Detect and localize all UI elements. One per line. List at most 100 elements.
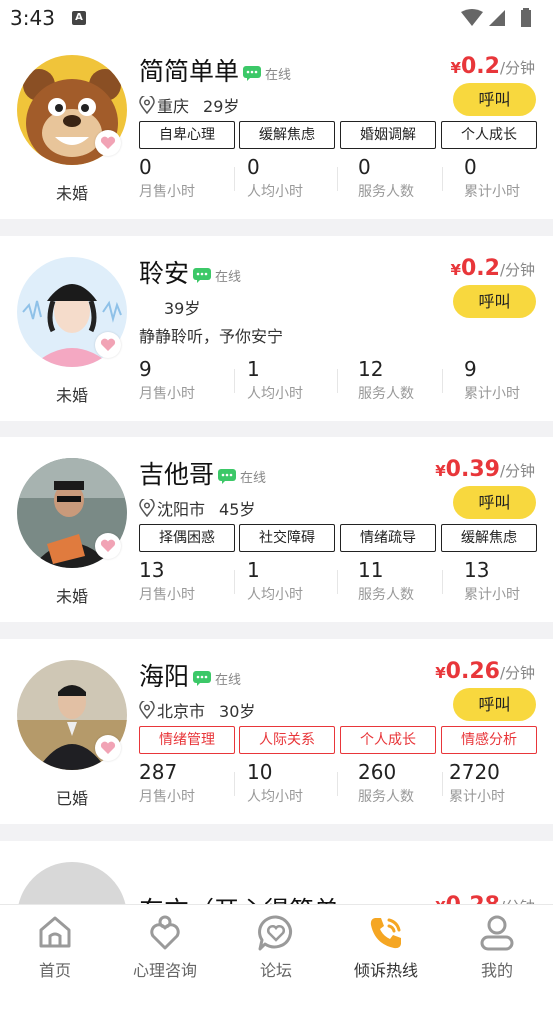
stat-value: 1	[247, 357, 260, 381]
age: 29岁	[203, 97, 240, 116]
tab-label: 倾诉热线	[353, 961, 418, 980]
stat-value: 0	[464, 155, 477, 179]
favorite-heart-icon[interactable]	[95, 533, 121, 559]
stat-avg-hours: 1 人均小时	[247, 558, 347, 604]
stat-label: 月售小时	[139, 587, 195, 603]
specialty-tag: 情绪疏导	[340, 524, 436, 552]
stat-value: 9	[464, 357, 477, 381]
specialty-tag: 人际关系	[239, 726, 335, 754]
call-button[interactable]: 呼叫	[453, 486, 536, 519]
marital-status: 未婚	[55, 386, 88, 405]
favorite-heart-icon[interactable]	[95, 332, 121, 358]
tab-label: 我的	[480, 961, 513, 980]
marital-status: 未婚	[55, 587, 88, 606]
status-time: 3:43	[10, 6, 55, 30]
chat-heart-icon	[258, 915, 292, 951]
stats-row: 13 月售小时 1 人均小时 11 服务人数 13 累计小时	[139, 558, 537, 608]
price-currency: ¥	[450, 59, 461, 77]
location-pin-icon	[139, 499, 155, 517]
location-pin-icon	[139, 701, 155, 719]
city: 北京市	[157, 702, 206, 721]
specialty-tag: 个人成长	[441, 121, 537, 149]
chat-bubble-icon	[193, 670, 212, 686]
stat-avg-hours: 10 人均小时	[247, 760, 347, 806]
favorite-heart-icon[interactable]	[95, 735, 121, 761]
stat-monthly-hours: 287 月售小时	[139, 760, 239, 806]
chat-bubble-icon	[243, 65, 262, 81]
tab-counselling[interactable]: 心理咨询	[110, 905, 220, 985]
specialty-tag: 个人成长	[340, 726, 436, 754]
stat-label: 服务人数	[358, 184, 414, 200]
stat-divider	[234, 369, 235, 393]
price-currency: ¥	[435, 664, 446, 682]
price-unit: /分钟	[499, 462, 535, 480]
stats-row: 9 月售小时 1 人均小时 12 服务人数 9 累计小时	[139, 357, 537, 407]
stat-label: 累计小时	[449, 789, 505, 805]
chat-bubble-icon	[193, 267, 212, 283]
stat-divider	[442, 167, 443, 191]
stat-divider	[442, 570, 443, 594]
stat-total-hours: 9 累计小时	[464, 357, 553, 403]
online-status: 在线	[240, 470, 267, 486]
specialty-tag: 婚姻调解	[340, 121, 436, 149]
specialty-tag: 情绪管理	[139, 726, 235, 754]
tab-profile[interactable]: 我的	[442, 905, 552, 985]
counsellor-card[interactable]: 未婚 简简单单 在线 ¥0.2/分钟 呼叫 重庆 29岁 自卑心理 缓解焦虑 婚姻…	[0, 34, 553, 219]
tab-home[interactable]: 首页	[0, 905, 110, 985]
stat-label: 服务人数	[358, 587, 414, 603]
stat-value: 9	[139, 357, 152, 381]
stats-row: 287 月售小时 10 人均小时 260 服务人数 2720 累计小时	[139, 760, 537, 810]
call-button[interactable]: 呼叫	[453, 83, 536, 116]
stat-avg-hours: 0 人均小时	[247, 155, 347, 201]
stat-label: 服务人数	[358, 386, 414, 402]
tab-hotline[interactable]: 倾诉热线	[331, 905, 441, 985]
online-status: 在线	[215, 672, 242, 688]
counsellor-name[interactable]: 聆安 在线	[139, 254, 241, 290]
phone-icon	[370, 918, 401, 949]
counsellor-card[interactable]: 已婚 海阳 在线 ¥0.26/分钟 呼叫 北京市 30岁 情绪管理 人际关系 个人…	[0, 639, 553, 824]
stat-value: 1	[247, 558, 260, 582]
tab-label: 论坛	[259, 961, 292, 980]
counsellor-name[interactable]: 简简单单 在线	[139, 52, 291, 88]
notification-a-icon: A	[72, 11, 86, 25]
price-unit: /分钟	[499, 261, 535, 279]
price-value: 0.39	[445, 457, 500, 482]
stat-label: 人均小时	[247, 386, 303, 402]
price: ¥0.2/分钟	[451, 256, 535, 281]
signal-battery-icons	[461, 8, 531, 27]
stat-value: 13	[139, 558, 165, 582]
favorite-heart-icon[interactable]	[95, 130, 121, 156]
stat-divider	[337, 570, 338, 594]
city: 沈阳市	[157, 500, 206, 519]
call-button[interactable]: 呼叫	[453, 285, 536, 318]
call-button[interactable]: 呼叫	[453, 688, 536, 721]
stat-divider	[234, 772, 235, 796]
stat-label: 人均小时	[247, 789, 303, 805]
stat-served: 11 服务人数	[358, 558, 458, 604]
stat-value: 0	[139, 155, 152, 179]
tab-forum[interactable]: 论坛	[221, 905, 331, 985]
location: 重庆 29岁	[139, 93, 239, 117]
stat-value: 260	[358, 760, 397, 784]
user-icon	[480, 915, 514, 951]
stat-value: 13	[464, 558, 490, 582]
tab-label: 首页	[38, 961, 71, 980]
counsellor-card[interactable]: 未婚 吉他哥 在线 ¥0.39/分钟 呼叫 沈阳市 45岁 择偶困惑 社交障碍 情…	[0, 437, 553, 622]
stat-divider	[337, 167, 338, 191]
specialty-tag: 缓解焦虑	[441, 524, 537, 552]
tab-label: 心理咨询	[132, 961, 197, 980]
counsellor-name[interactable]: 吉他哥 在线	[139, 455, 266, 491]
stat-label: 月售小时	[139, 386, 195, 402]
specialty-tag: 情感分析	[441, 726, 537, 754]
name-text: 简简单单	[139, 57, 240, 86]
status-bar: 3:43 A	[0, 0, 553, 34]
location: 沈阳市 45岁	[139, 496, 255, 520]
stat-served: 260 服务人数	[358, 760, 458, 806]
price: ¥0.39/分钟	[435, 457, 535, 482]
bottom-tab-bar: 首页 心理咨询 论坛 倾诉热线 我的	[0, 904, 553, 985]
counsellor-card[interactable]: 未婚 聆安 在线 ¥0.2/分钟 呼叫 39岁 静静聆听，予你安宁 9 月售小时 1…	[0, 236, 553, 421]
stat-divider	[337, 772, 338, 796]
stat-total-hours: 13 累计小时	[464, 558, 553, 604]
stat-served: 0 服务人数	[358, 155, 458, 201]
counsellor-name[interactable]: 海阳 在线	[139, 657, 241, 693]
